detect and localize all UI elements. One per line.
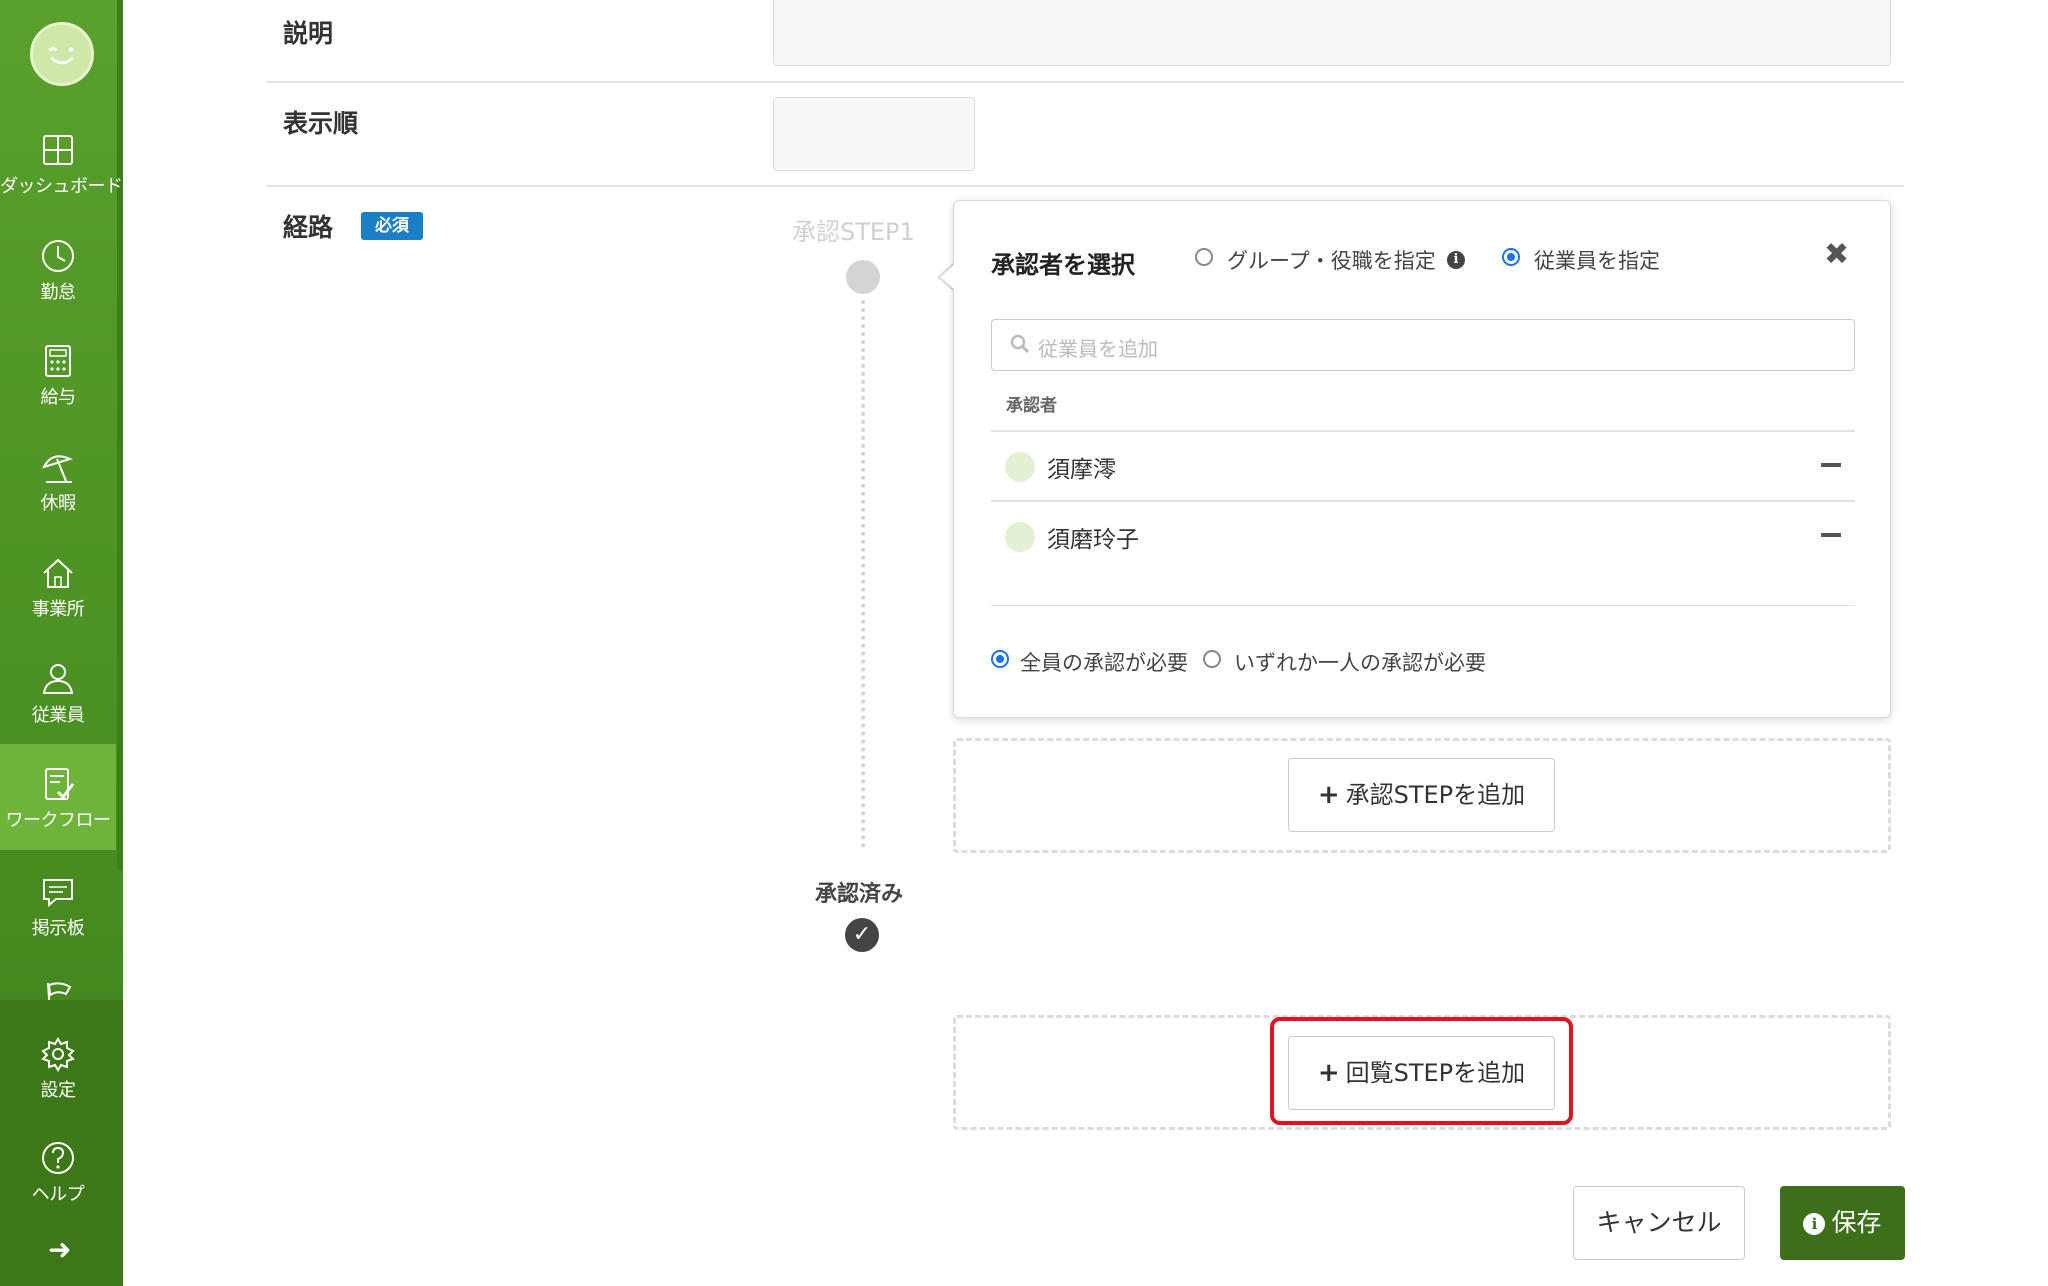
- step-dot: [846, 260, 880, 294]
- check-circle-icon: ✓: [845, 918, 879, 952]
- approver-select-popover: 承認者を選択 グループ・役職を指定 i 従業員を指定 ✖ 従業員を追加 承認者 …: [953, 200, 1891, 718]
- gear-icon: [41, 1037, 75, 1072]
- approver-row: 須磨玲子: [991, 502, 1855, 570]
- sidebar-item-label: 休暇: [40, 493, 77, 514]
- dashboard-icon: [43, 135, 73, 165]
- sidebar-item-label: 勤怠: [40, 282, 77, 303]
- user-avatar[interactable]: [30, 22, 94, 86]
- sidebar-item-label: 事業所: [31, 599, 85, 620]
- approver-name: 須摩澪: [1047, 457, 1116, 483]
- route-label: 経路: [283, 213, 334, 242]
- sidebar-item-label: 掲示板: [31, 918, 85, 939]
- person-icon: [42, 664, 74, 694]
- radio-all-required[interactable]: [991, 650, 1009, 668]
- sidebar: ダッシュボード 勤怠 給与 休暇 事業所 従業員 ワークフロー 掲示板 設定 ヘ…: [0, 0, 123, 1286]
- highlight-annotation: [1270, 1017, 1573, 1125]
- save-label: 保存: [1831, 1208, 1882, 1237]
- radio-any-one-required[interactable]: [1203, 650, 1221, 668]
- close-icon[interactable]: ✖: [1824, 237, 1849, 272]
- help-icon: [42, 1142, 74, 1174]
- approver-row: 須摩澪: [991, 432, 1855, 500]
- radio-employee-label: 従業員を指定: [1534, 249, 1660, 273]
- sidebar-item-label: 給与: [40, 387, 77, 408]
- sidebar-item-label: 設定: [40, 1080, 77, 1101]
- radio-group-role[interactable]: [1195, 248, 1213, 266]
- radio-employee[interactable]: [1502, 248, 1520, 266]
- approvers-header: 承認者: [1006, 396, 1057, 416]
- display-order-input[interactable]: [773, 97, 975, 171]
- approved-label: 承認済み: [815, 882, 904, 907]
- beach-umbrella-icon: [42, 455, 73, 483]
- approver-name: 須磨玲子: [1047, 527, 1139, 553]
- calculator-icon: [45, 345, 71, 377]
- avatar: [1005, 522, 1035, 552]
- add-approval-step-button[interactable]: + 承認STEPを追加: [1288, 758, 1555, 832]
- chat-icon: [43, 879, 73, 908]
- divider: [991, 605, 1855, 606]
- employee-search-input[interactable]: 従業員を追加: [991, 319, 1855, 371]
- sidebar-item-settings[interactable]: 設定: [0, 1034, 116, 1138]
- sidebar-item-workflow[interactable]: ワークフロー: [0, 744, 116, 850]
- radio-all-required-label: 全員の承認が必要: [1020, 651, 1188, 675]
- info-icon: i: [1803, 1213, 1826, 1235]
- sidebar-item-dashboard[interactable]: ダッシュボード: [0, 130, 123, 234]
- sidebar-item-office[interactable]: 事業所: [0, 553, 116, 657]
- sidebar-item-attendance[interactable]: 勤怠: [0, 236, 116, 340]
- radio-any-one-required-label: いずれか一人の承認が必要: [1234, 651, 1486, 675]
- sidebar-item-help[interactable]: ヘルプ: [0, 1138, 116, 1242]
- expand-sidebar-arrow-icon[interactable]: ➜: [48, 1236, 71, 1264]
- search-placeholder: 従業員を追加: [1038, 337, 1158, 361]
- sidebar-item-payroll[interactable]: 給与: [0, 341, 116, 445]
- remove-icon[interactable]: [1821, 463, 1841, 467]
- clock-icon: [42, 240, 74, 272]
- popover-caret-inner: [940, 265, 954, 289]
- radio-group-role-label: グループ・役職を指定: [1227, 249, 1436, 273]
- add-approval-step-label: 承認STEPを追加: [1345, 781, 1526, 809]
- approval-step1-label: 承認STEP1: [792, 218, 915, 246]
- plus-icon: +: [1317, 780, 1340, 810]
- required-badge: 必須: [361, 212, 423, 240]
- description-input[interactable]: [773, 0, 1891, 66]
- sidebar-item-label: 従業員: [31, 705, 85, 726]
- smiley-icon: [48, 47, 74, 65]
- cancel-button[interactable]: キャンセル: [1573, 1186, 1745, 1260]
- description-label: 説明: [283, 19, 334, 48]
- divider: [266, 185, 1904, 187]
- save-button[interactable]: i 保存: [1780, 1186, 1905, 1260]
- sidebar-item-leave[interactable]: 休暇: [0, 447, 116, 551]
- remove-icon[interactable]: [1821, 533, 1841, 537]
- timeline-line: [861, 300, 865, 848]
- sidebar-item-label: ヘルプ: [31, 1184, 85, 1205]
- search-icon: [1010, 334, 1030, 354]
- avatar: [1005, 452, 1035, 482]
- sidebar-scrollbar[interactable]: [117, 0, 123, 870]
- popover-title: 承認者を選択: [991, 251, 1135, 279]
- sidebar-item-label: ワークフロー: [5, 810, 112, 831]
- workflow-icon: [45, 768, 75, 800]
- sidebar-item-label: ダッシュボード: [0, 176, 123, 197]
- sidebar-item-bulletin[interactable]: 掲示板: [0, 872, 116, 976]
- display-order-label: 表示順: [283, 109, 359, 138]
- info-icon[interactable]: i: [1447, 251, 1465, 269]
- divider: [266, 81, 1904, 83]
- home-icon: [43, 558, 73, 588]
